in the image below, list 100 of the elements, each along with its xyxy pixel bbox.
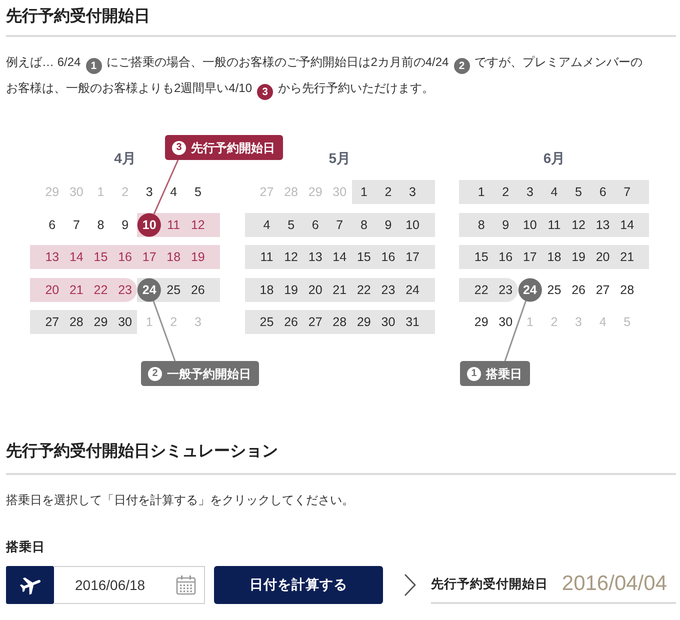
number-badge: 3 <box>172 140 186 154</box>
calendar-day: 4 <box>244 212 279 236</box>
month-label: 6月 <box>543 149 566 168</box>
calendar-day: 16 <box>112 245 138 269</box>
calendar-day: 11 <box>542 212 566 236</box>
calendar-day: 8 <box>459 212 494 236</box>
calendar-day: 18 <box>542 245 566 269</box>
calendar-day: 22 <box>459 278 494 302</box>
calendar-day: 30 <box>493 310 518 334</box>
calendar-day: 6 <box>303 212 328 236</box>
calendar-day: 19 <box>278 278 304 302</box>
calendar-day: 5 <box>186 180 220 204</box>
date-input[interactable]: 2016/06/18 <box>54 566 205 604</box>
calculate-button[interactable]: 日付を計算する <box>214 566 383 604</box>
calendar-day: 25 <box>542 278 566 302</box>
number-badge: 1 <box>467 366 481 380</box>
calendar-day: 23 <box>376 278 400 302</box>
calendar-day: 3 <box>186 310 220 334</box>
calendar-day: 29 <box>30 180 64 204</box>
calendar-day: 31 <box>400 310 435 334</box>
calendar-day: 26 <box>186 278 220 302</box>
number-badge: 3 <box>257 84 274 100</box>
calendar-day: 10 <box>518 212 542 236</box>
calendar-day: 26 <box>566 278 591 302</box>
calendar-day: 21 <box>327 278 352 302</box>
calendar-day: 27 <box>590 278 615 302</box>
calendar-day: 29 <box>303 180 328 204</box>
calendar-day: 19 <box>566 245 591 269</box>
callout-text: 一般予約開始日 <box>167 366 251 380</box>
calendar-day: 29 <box>352 310 376 334</box>
calendar-day: 1 <box>88 180 113 204</box>
calendar-day: 28 <box>64 310 89 334</box>
calendar-day: 1 <box>459 180 494 204</box>
instruction-text: 搭乗日を選択して「日付を計算する」をクリックしてください。 <box>6 493 354 507</box>
calendar-day: 3 <box>137 180 162 204</box>
calendar-day: 23 <box>493 278 518 302</box>
calendar-day: 5 <box>614 310 650 334</box>
description-text: にご搭乗の場合、一般のお客様のご予約開始日は2カ月前の4/24 <box>106 55 449 69</box>
calendar-day: 29 <box>88 310 113 334</box>
calendar-day: 18 <box>244 278 279 302</box>
calendar-day: 7 <box>614 180 650 204</box>
calendar-day: 6 <box>590 180 615 204</box>
number-badge: 2 <box>148 366 162 380</box>
calendar-day: 1 <box>518 310 542 334</box>
calendar-day: 2 <box>376 180 400 204</box>
calendar-day: 13 <box>30 245 64 269</box>
calendar-day: 16 <box>376 245 400 269</box>
calendar-day: 7 <box>327 212 352 236</box>
chevron-icon <box>403 573 417 597</box>
calendar-day: 19 <box>186 245 220 269</box>
calendar-day: 14 <box>327 245 352 269</box>
calendar-day: 10 <box>137 212 162 236</box>
calendar-day: 2 <box>493 180 518 204</box>
calendar-day: 26 <box>278 310 304 334</box>
calendar-day: 2 <box>161 310 186 334</box>
calendar-day: 14 <box>64 245 89 269</box>
number-badge: 2 <box>454 58 470 74</box>
calendar-day: 28 <box>278 180 304 204</box>
calendar-day: 24 <box>400 278 435 302</box>
calendar-day: 9 <box>493 212 518 236</box>
month-label: 4月 <box>114 149 136 168</box>
calendar-day: 20 <box>590 245 615 269</box>
calendar-day: 28 <box>614 278 650 302</box>
calendar-day: 21 <box>64 278 89 302</box>
calendar-day: 15 <box>88 245 113 269</box>
calendar-day: 28 <box>327 310 352 334</box>
calendar-day: 5 <box>566 180 591 204</box>
calendar-day: 3 <box>400 180 435 204</box>
calendar-day: 30 <box>376 310 400 334</box>
calendar-day: 6 <box>30 212 64 236</box>
description-text: ですが、プレミアムメンバーの <box>474 55 643 69</box>
calendar-day: 17 <box>518 245 542 269</box>
calendar-day: 17 <box>400 245 435 269</box>
calendar-day: 25 <box>161 278 186 302</box>
calendar-day: 3 <box>518 180 542 204</box>
calendar-day: 24 <box>137 278 162 302</box>
result-value: 2016/04/04 <box>562 572 667 596</box>
callout-text: 搭乗日 <box>486 366 522 380</box>
calendar-day: 10 <box>400 212 435 236</box>
calendar-day: 11 <box>244 245 279 269</box>
description-text: お客様は、一般のお客様よりも2週間早い4/10 <box>6 81 252 95</box>
calendar-day: 15 <box>459 245 494 269</box>
description-text: 例えば… 6/24 <box>6 55 81 69</box>
calendar-day: 9 <box>376 212 400 236</box>
calendar-day: 29 <box>459 310 494 334</box>
calendar-day: 11 <box>161 212 186 236</box>
calendar-day: 15 <box>352 245 376 269</box>
calendar-icon[interactable] <box>176 575 196 595</box>
calendar-day: 1 <box>352 180 376 204</box>
calendar-day: 9 <box>112 212 138 236</box>
calendar-day: 25 <box>244 310 279 334</box>
description-text: から先行予約いただけます。 <box>278 81 434 95</box>
section-title: 先行予約受付開始日 <box>6 8 150 25</box>
calendar-day: 2 <box>542 310 566 334</box>
month-label: 5月 <box>328 149 351 168</box>
calendar-day: 24 <box>518 278 542 302</box>
calendar-day: 5 <box>278 212 304 236</box>
calendar-day: 2 <box>112 180 138 204</box>
calendar-day: 4 <box>542 180 566 204</box>
calendar-day: 1 <box>137 310 162 334</box>
